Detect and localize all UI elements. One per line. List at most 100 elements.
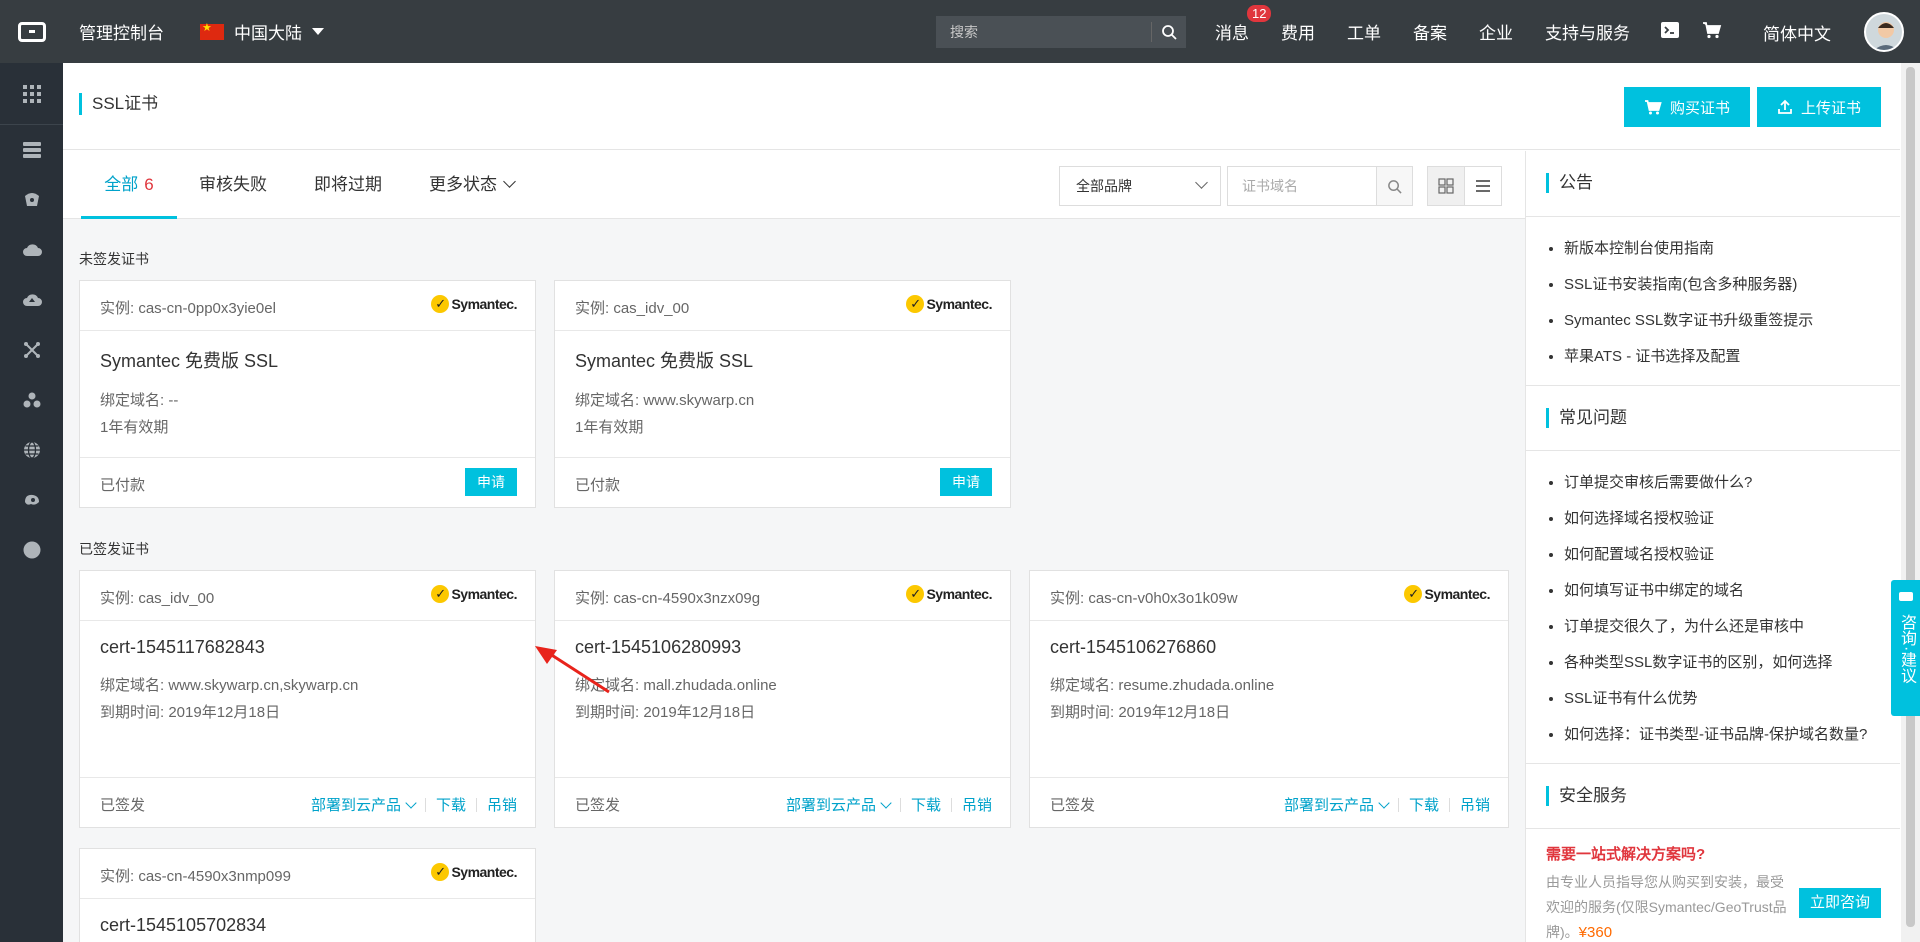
bound-domain: 绑定域名: www.skywarp.cn bbox=[575, 392, 755, 409]
sidebar-slb[interactable] bbox=[0, 375, 63, 425]
top-bar: 管理控制台 中国大陆 消息 12 费用 工单 备案 企业 支持与服务 简体中文 bbox=[0, 0, 1920, 63]
grid-icon bbox=[22, 84, 41, 103]
revoke-link[interactable]: 吊销 bbox=[487, 794, 517, 815]
expiry-date: 到期时间: 2019年12月18日 bbox=[575, 704, 756, 721]
upload-certificate-button[interactable]: 上传证书 bbox=[1757, 87, 1882, 127]
faq-item[interactable]: 如何选择域名授权验证 bbox=[1564, 501, 1900, 537]
list-view-toggle[interactable] bbox=[1464, 166, 1502, 206]
user-avatar[interactable] bbox=[1864, 12, 1904, 52]
aliyun-logo[interactable] bbox=[0, 0, 63, 63]
menu-tickets[interactable]: 工单 bbox=[1347, 19, 1381, 44]
notice-header: 公告 bbox=[1526, 151, 1900, 217]
unissued-section-title: 未签发证书 bbox=[79, 251, 149, 267]
sidebar-more[interactable] bbox=[0, 525, 63, 575]
notice-item[interactable]: Symantec SSL数字证书升级重签提示 bbox=[1564, 303, 1900, 339]
sidebar-products[interactable] bbox=[0, 63, 63, 125]
symantec-logo: ✓ Symantec. bbox=[906, 585, 992, 603]
certificate-name: cert-1545106276860 bbox=[1050, 637, 1217, 657]
search-icon[interactable] bbox=[1376, 167, 1412, 205]
caret-down-icon bbox=[312, 28, 324, 35]
top-search-input[interactable] bbox=[936, 16, 1151, 48]
cluster-icon bbox=[23, 392, 40, 408]
sidebar-oss[interactable] bbox=[0, 225, 63, 275]
region-selector[interactable]: 中国大陆 bbox=[200, 19, 324, 44]
top-search bbox=[936, 16, 1186, 48]
payment-status: 已付款 bbox=[100, 477, 146, 494]
tab-expiring[interactable]: 即将过期 bbox=[314, 151, 382, 219]
revoke-link[interactable]: 吊销 bbox=[1460, 794, 1490, 815]
deploy-link[interactable]: 部署到云产品 bbox=[786, 794, 892, 815]
faq-item[interactable]: 如何配置域名授权验证 bbox=[1564, 537, 1900, 573]
brand-select[interactable]: 全部品牌 bbox=[1059, 166, 1221, 206]
notice-item[interactable]: 苹果ATS - 证书选择及配置 bbox=[1564, 339, 1900, 375]
page-scrollbar[interactable] bbox=[1901, 63, 1920, 942]
issue-status: 已签发 bbox=[575, 797, 621, 814]
menu-billing[interactable]: 费用 bbox=[1281, 19, 1315, 44]
promo-text: 由专业人员指导您从购买到安装，最受欢迎的服务(仅限Symantec/GeoTru… bbox=[1546, 870, 1796, 942]
instance-id: 实例: cas_idv_00 bbox=[100, 590, 215, 607]
faq-item[interactable]: 如何填写证书中绑定的域名 bbox=[1564, 573, 1900, 609]
terminal-icon[interactable] bbox=[1660, 21, 1680, 42]
scrollbar-thumb[interactable] bbox=[1906, 67, 1915, 927]
region-label: 中国大陆 bbox=[234, 24, 302, 43]
apply-button[interactable]: 申请 bbox=[940, 468, 992, 496]
download-link[interactable]: 下载 bbox=[1409, 794, 1439, 815]
revoke-link[interactable]: 吊销 bbox=[962, 794, 992, 815]
sidebar-security[interactable] bbox=[0, 475, 63, 525]
checkmark-icon: ✓ bbox=[1404, 585, 1423, 603]
consult-now-button[interactable]: 立即咨询 bbox=[1799, 888, 1881, 918]
buy-certificate-button[interactable]: 购买证书 bbox=[1624, 87, 1751, 127]
checkmark-icon: ✓ bbox=[906, 585, 925, 603]
main-area: SSL证书 购买证书 上传证书 全部 6 审核失败 即将过期 更多状态 全部品牌 bbox=[63, 63, 1900, 942]
faq-title: 常见问题 bbox=[1546, 408, 1627, 428]
top-icons bbox=[1660, 0, 1722, 63]
tab-all-label: 全部 bbox=[104, 175, 139, 194]
symantec-logo: ✓ Symantec. bbox=[1404, 585, 1490, 603]
tab-all[interactable]: 全部 6 bbox=[81, 151, 177, 219]
download-link[interactable]: 下载 bbox=[911, 794, 941, 815]
card-header: 实例: cas-cn-4590x3nmp099 ✓ Symantec. bbox=[80, 849, 535, 899]
apply-button[interactable]: 申请 bbox=[465, 468, 517, 496]
brand-name: Symantec. bbox=[451, 864, 517, 880]
menu-icp[interactable]: 备案 bbox=[1413, 19, 1447, 44]
globe-icon bbox=[23, 441, 40, 459]
faq-item[interactable]: 如何选择：证书类型-证书品牌-保护域名数量? bbox=[1564, 717, 1900, 753]
sidebar-rds[interactable] bbox=[0, 175, 63, 225]
menu-support[interactable]: 支持与服务 bbox=[1545, 19, 1630, 44]
language-selector[interactable]: 简体中文 bbox=[1763, 20, 1831, 45]
payment-status: 已付款 bbox=[575, 477, 621, 494]
promo-price: ¥360 bbox=[1578, 924, 1613, 941]
menu-messages[interactable]: 消息 12 bbox=[1215, 5, 1272, 44]
bound-domain: 绑定域名: -- bbox=[100, 392, 179, 409]
tab-more-status[interactable]: 更多状态 bbox=[429, 151, 516, 219]
sidebar-ecs[interactable] bbox=[0, 125, 63, 175]
deploy-link[interactable]: 部署到云产品 bbox=[1284, 794, 1390, 815]
cart-icon[interactable] bbox=[1702, 21, 1722, 42]
grid-view-toggle[interactable] bbox=[1427, 166, 1465, 206]
download-link[interactable]: 下载 bbox=[436, 794, 466, 815]
certificate-name: cert-1545117682843 bbox=[100, 637, 265, 657]
notice-item[interactable]: SSL证书安装指南(包含多种服务器) bbox=[1564, 267, 1900, 303]
tab-failed[interactable]: 审核失败 bbox=[199, 151, 267, 219]
notice-item[interactable]: 新版本控制台使用指南 bbox=[1564, 231, 1900, 267]
search-icon[interactable] bbox=[1152, 24, 1186, 40]
faq-item[interactable]: 订单提交审核后需要做什么? bbox=[1564, 465, 1900, 501]
issue-status: 已签发 bbox=[1050, 797, 1096, 814]
console-title[interactable]: 管理控制台 bbox=[79, 19, 164, 44]
faq-item[interactable]: 各种类型SSL数字证书的区别，如何选择 bbox=[1564, 645, 1900, 681]
faq-item[interactable]: SSL证书有什么优势 bbox=[1564, 681, 1900, 717]
domain-search-input[interactable] bbox=[1228, 167, 1376, 205]
deploy-link[interactable]: 部署到云产品 bbox=[311, 794, 417, 815]
issued-card: 实例: cas-cn-v0h0x3o1k09w ✓ Symantec. cert-… bbox=[1029, 570, 1509, 828]
checkmark-icon: ✓ bbox=[431, 295, 450, 313]
brand-name: Symantec. bbox=[926, 296, 992, 312]
expiry-date: 到期时间: 2019年12月18日 bbox=[100, 704, 281, 721]
menu-enterprise[interactable]: 企业 bbox=[1479, 19, 1513, 44]
sidebar-vpc[interactable] bbox=[0, 325, 63, 375]
feedback-float-button[interactable]: 咨询·建议 bbox=[1891, 580, 1920, 716]
faq-item[interactable]: 订单提交很久了，为什么还是审核中 bbox=[1564, 609, 1900, 645]
sidebar-domain[interactable] bbox=[0, 425, 63, 475]
validity-period: 1年有效期 bbox=[575, 419, 644, 436]
buy-certificate-label: 购买证书 bbox=[1670, 99, 1731, 117]
sidebar-cdn[interactable] bbox=[0, 275, 63, 325]
